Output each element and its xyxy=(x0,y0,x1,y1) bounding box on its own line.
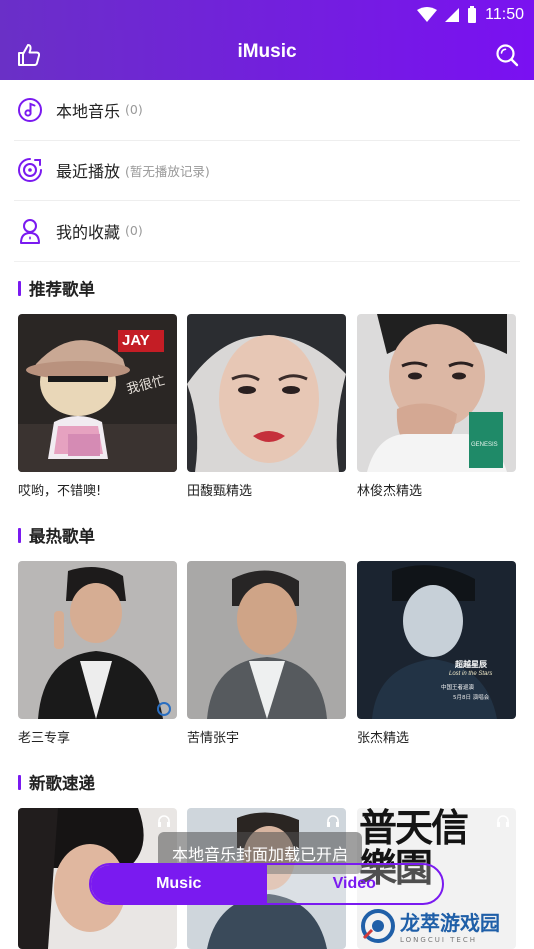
menu-item-local-music[interactable]: 本地音乐 (0) xyxy=(14,80,520,141)
zhang-cover-subtitle: Lost in the Stars xyxy=(449,671,493,677)
playlist-card[interactable]: 田馥甄精选 xyxy=(187,314,346,499)
zhang-cover-date: 5月8日 演唱会 xyxy=(453,695,490,701)
headphones-icon xyxy=(327,815,339,827)
playlist-label: 苦情张宇 xyxy=(187,731,240,746)
section-accent-bar xyxy=(18,280,21,296)
video-tab[interactable]: Video xyxy=(267,865,443,903)
menu-label: 最近播放 xyxy=(56,162,121,182)
playlist-cover: JAY 我很忙 xyxy=(18,314,177,472)
watermark-sub: LONGCUI TECH xyxy=(400,936,477,944)
app-header: iMusic xyxy=(0,30,534,80)
music-tab[interactable]: Music xyxy=(91,865,267,903)
menu-item-recent[interactable]: 最近播放 (暂无播放记录) xyxy=(14,141,520,201)
menu-item-favorites[interactable]: 我的收藏 (0) xyxy=(14,201,520,262)
playlist-cover: GENESIS xyxy=(357,314,516,472)
media-switch: Music Video xyxy=(89,863,444,905)
playlist-cover xyxy=(18,561,177,719)
search-icon[interactable] xyxy=(494,42,520,68)
library-menu: 本地音乐 (0) 最近播放 (暂无播放记录) 我的收藏 (0) xyxy=(0,80,534,262)
status-right: 11:50 xyxy=(417,4,524,26)
menu-count: (0) xyxy=(125,102,143,118)
playlist-label: 林俊杰精选 xyxy=(357,484,423,499)
playlist-card[interactable]: 老三专享 xyxy=(18,561,177,746)
playlist-card[interactable]: GENESIS 林俊杰精选 xyxy=(357,314,516,499)
menu-label: 本地音乐 xyxy=(56,101,121,121)
playlist-label: 田馥甄精选 xyxy=(187,484,253,499)
headphones-icon xyxy=(158,815,170,827)
favorites-person-icon xyxy=(20,218,40,244)
page-title: iMusic xyxy=(237,41,297,62)
portrait-cover-art xyxy=(187,314,346,472)
watermark-main: 龙萃游戏园 xyxy=(400,911,500,935)
playlist-cover: 超越星辰 Lost in the Stars 中国王者巡演 5月8日 演唱会 xyxy=(357,561,516,719)
wifi-icon xyxy=(417,7,438,22)
jay-badge: JAY xyxy=(122,332,150,349)
section-title-hot: 最热歌单 xyxy=(18,523,95,547)
playlist-card[interactable]: 苦情张宇 xyxy=(187,561,346,746)
playlist-label: 张杰精选 xyxy=(357,731,410,746)
menu-count: (0) xyxy=(125,223,143,239)
section-accent-bar xyxy=(18,774,21,790)
cartoon-cover-art xyxy=(18,314,177,472)
playlist-card[interactable]: JAY 我很忙 哎哟，不错噢! xyxy=(18,314,177,499)
menu-count: (暂无播放记录) xyxy=(125,163,210,179)
status-bar: 11:50 xyxy=(0,0,534,30)
playlist-label: 老三专享 xyxy=(18,731,71,746)
playlist-card[interactable]: 超越星辰 Lost in the Stars 中国王者巡演 5月8日 演唱会 张… xyxy=(357,561,516,746)
status-time: 11:50 xyxy=(485,6,524,23)
portrait-cover-art xyxy=(357,314,516,472)
lin-badge: GENESIS xyxy=(471,442,498,448)
playlist-cover xyxy=(187,561,346,719)
zhang-cover-title: 超越星辰 xyxy=(455,660,487,669)
section-title-text: 新歌速递 xyxy=(29,774,95,793)
playlist-cover xyxy=(187,314,346,472)
battery-icon xyxy=(468,6,477,23)
section-title-new-songs: 新歌速递 xyxy=(18,770,95,794)
music-disc-icon xyxy=(18,97,42,122)
signal-icon xyxy=(445,8,460,22)
headphones-icon xyxy=(497,815,509,827)
section-accent-bar xyxy=(18,527,21,543)
watermark-logo-icon xyxy=(361,908,395,943)
playlist-label: 哎哟，不错噢! xyxy=(18,484,102,499)
section-title-recommended: 推荐歌单 xyxy=(18,276,95,300)
portrait-cover-art xyxy=(18,561,177,719)
portrait-cover-art xyxy=(357,561,516,719)
zhang-cover-tour: 中国王者巡演 xyxy=(441,685,475,691)
section-title-text: 最热歌单 xyxy=(29,527,95,546)
watermark: 龙萃游戏园 LONGCUI TECH xyxy=(360,902,534,949)
portrait-cover-art xyxy=(187,561,346,719)
menu-label: 我的收藏 xyxy=(56,222,121,242)
recent-play-icon xyxy=(18,158,42,183)
section-title-text: 推荐歌单 xyxy=(29,280,95,299)
watermark-text: 龙萃游戏园 LONGCUI TECH xyxy=(400,907,500,944)
